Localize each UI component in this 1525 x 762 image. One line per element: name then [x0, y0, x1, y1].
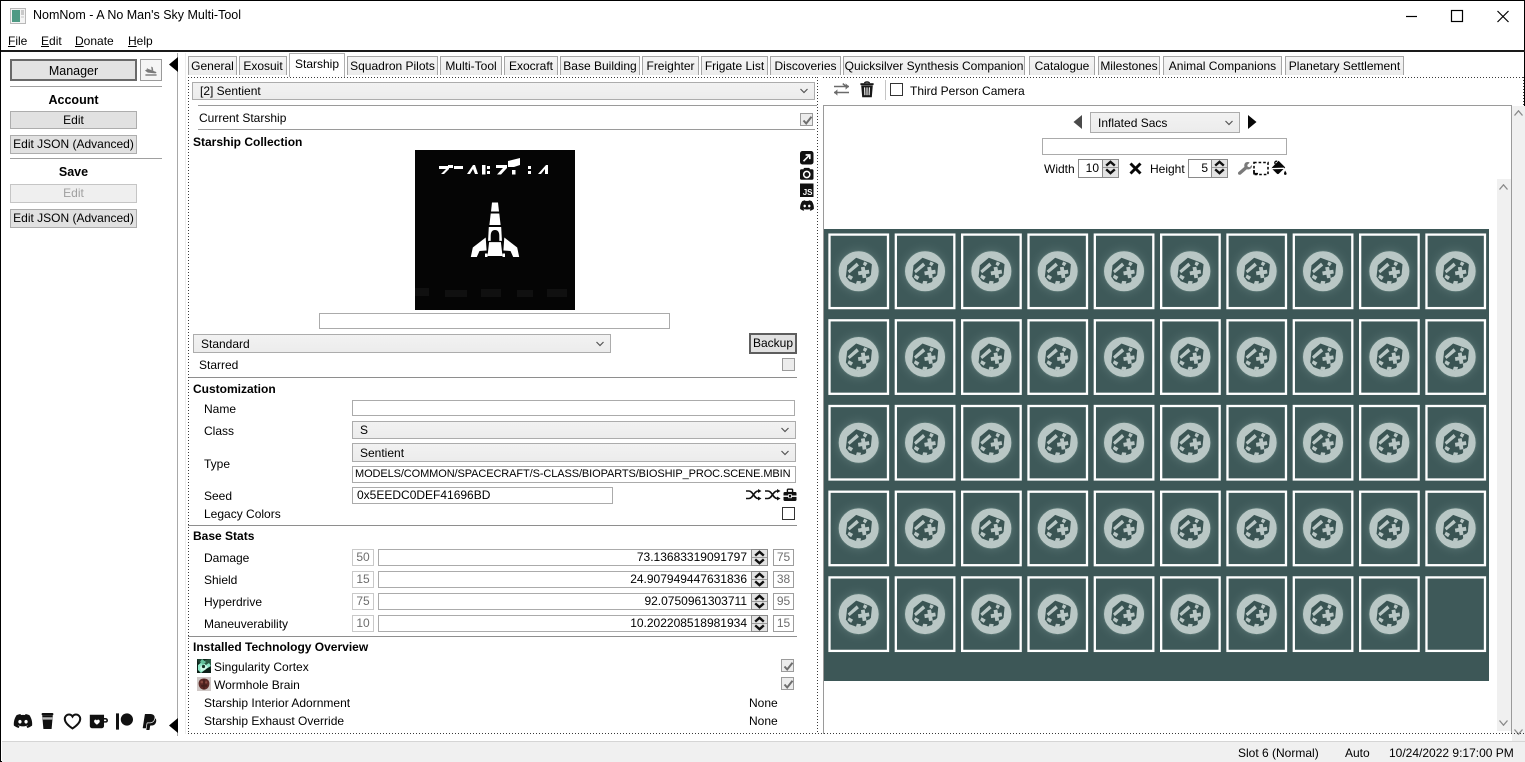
svg-text:JS: JS [803, 188, 813, 197]
